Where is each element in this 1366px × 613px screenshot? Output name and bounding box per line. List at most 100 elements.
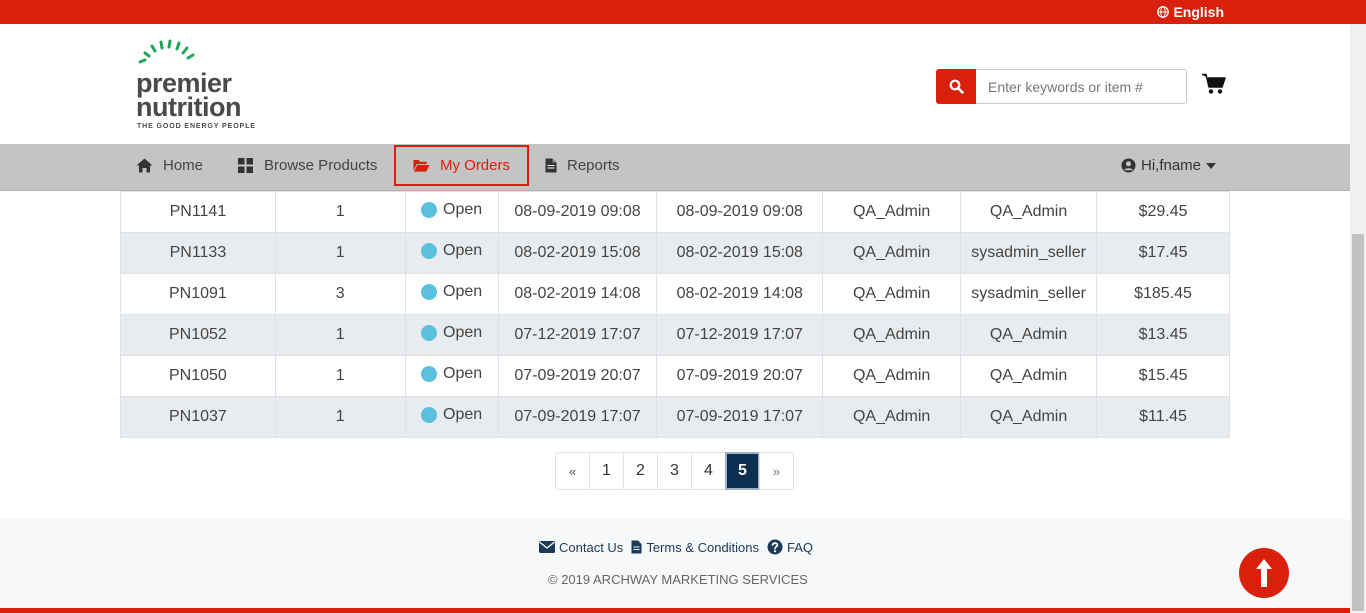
nav-my-orders[interactable]: My Orders bbox=[394, 145, 529, 186]
document-icon bbox=[631, 540, 642, 554]
nav-reports-label: Reports bbox=[567, 156, 620, 174]
status-cell: Open bbox=[404, 355, 499, 397]
language-selector[interactable]: English bbox=[1157, 4, 1224, 20]
page-link-2[interactable]: 2 bbox=[623, 452, 658, 490]
created-date-cell: 08-02-2019 14:08 bbox=[497, 273, 658, 315]
question-circle-icon bbox=[767, 539, 783, 555]
user-menu[interactable]: Hi,fname bbox=[1121, 157, 1217, 174]
footer-links: Contact Us Terms & Conditions FAQ bbox=[539, 539, 813, 555]
search-input[interactable] bbox=[976, 69, 1187, 104]
search-button[interactable] bbox=[936, 69, 976, 104]
logo[interactable]: premier nutrition THE GOOD ENERGY PEOPLE bbox=[136, 36, 276, 136]
orders-table: PN1141 1 Open 08-09-2019 09:08 08-09-201… bbox=[120, 191, 1230, 438]
quantity-cell: 1 bbox=[274, 355, 406, 397]
ordered-by-cell: QA_Admin bbox=[822, 191, 962, 233]
updated-date-cell: 08-02-2019 14:08 bbox=[656, 273, 824, 315]
site-footer: Contact Us Terms & Conditions FAQ © 2019… bbox=[0, 519, 1350, 608]
order-id-cell[interactable]: PN1050 bbox=[120, 355, 276, 397]
order-id-cell[interactable]: PN1037 bbox=[120, 396, 276, 438]
page-link-5-current[interactable]: 5 bbox=[725, 452, 760, 490]
grid-icon bbox=[238, 157, 253, 173]
page-link-1[interactable]: 1 bbox=[589, 452, 624, 490]
created-date-cell: 08-09-2019 09:08 bbox=[497, 191, 658, 233]
quantity-cell: 1 bbox=[274, 191, 406, 233]
scroll-to-top-button[interactable] bbox=[1239, 548, 1289, 598]
pagination-next[interactable]: » bbox=[759, 452, 794, 490]
page-link-4[interactable]: 4 bbox=[691, 452, 726, 490]
top-bar: English bbox=[0, 0, 1366, 24]
table-row[interactable]: PN1037 1 Open 07-09-2019 17:07 07-09-201… bbox=[120, 396, 1230, 438]
status-dot-icon bbox=[421, 407, 438, 423]
orders-table-container: PN1141 1 Open 08-09-2019 09:08 08-09-201… bbox=[120, 191, 1230, 438]
order-id-cell[interactable]: PN1141 bbox=[120, 191, 276, 233]
envelope-icon bbox=[539, 541, 555, 553]
shopping-cart-icon[interactable] bbox=[1202, 73, 1226, 95]
table-row[interactable]: PN1050 1 Open 07-09-2019 20:07 07-09-201… bbox=[120, 355, 1230, 397]
total-cell: $17.45 bbox=[1096, 232, 1230, 274]
total-cell: $185.45 bbox=[1096, 273, 1230, 315]
search-bar bbox=[936, 69, 1187, 104]
status-dot-icon bbox=[421, 284, 438, 300]
order-id-cell[interactable]: PN1052 bbox=[120, 314, 276, 356]
user-circle-icon bbox=[1121, 158, 1136, 173]
table-row[interactable]: PN1091 3 Open 08-02-2019 14:08 08-02-201… bbox=[120, 273, 1230, 315]
status-cell: Open bbox=[404, 232, 499, 274]
table-row[interactable]: PN1133 1 Open 08-02-2019 15:08 08-02-201… bbox=[120, 232, 1230, 274]
nav-home[interactable]: Home bbox=[136, 144, 203, 186]
status-dot-icon bbox=[421, 366, 438, 382]
order-id-cell[interactable]: PN1133 bbox=[120, 232, 276, 274]
total-cell: $13.45 bbox=[1096, 314, 1230, 356]
contact-us-label: Contact Us bbox=[559, 539, 624, 555]
page-scrollbar[interactable] bbox=[1350, 24, 1366, 613]
page-link-3[interactable]: 3 bbox=[657, 452, 692, 490]
ordered-by-cell: QA_Admin bbox=[822, 273, 962, 315]
quantity-cell: 3 bbox=[274, 273, 406, 315]
status-label: Open bbox=[443, 201, 483, 218]
logo-text-line2: nutrition bbox=[136, 92, 241, 122]
status-dot-icon bbox=[421, 243, 438, 259]
arrow-up-icon bbox=[1256, 559, 1272, 587]
contact-us-link[interactable]: Contact Us bbox=[539, 540, 623, 555]
faq-link[interactable]: FAQ bbox=[767, 539, 813, 555]
status-dot-icon bbox=[421, 202, 438, 218]
quantity-cell: 1 bbox=[274, 314, 406, 356]
ordered-by-cell: QA_Admin bbox=[822, 232, 962, 274]
copyright: © 2019 ARCHWAY MARKETING SERVICES bbox=[548, 572, 808, 587]
folder-open-icon bbox=[413, 159, 430, 172]
total-cell: $15.45 bbox=[1096, 355, 1230, 397]
scrollbar-thumb[interactable] bbox=[1352, 234, 1364, 611]
status-label: Open bbox=[443, 406, 483, 423]
caret-down-icon bbox=[1206, 162, 1217, 169]
faq-label: FAQ bbox=[787, 539, 814, 555]
total-cell: $29.45 bbox=[1096, 191, 1230, 233]
updated-date-cell: 07-09-2019 20:07 bbox=[656, 355, 824, 397]
updated-date-cell: 07-12-2019 17:07 bbox=[656, 314, 824, 356]
table-row[interactable]: PN1052 1 Open 07-12-2019 17:07 07-12-201… bbox=[120, 314, 1230, 356]
status-cell: Open bbox=[404, 191, 499, 233]
status-label: Open bbox=[443, 365, 483, 382]
seller-cell: QA_Admin bbox=[960, 314, 1098, 356]
logo-sun-icon bbox=[138, 39, 195, 64]
table-row[interactable]: PN1141 1 Open 08-09-2019 09:08 08-09-201… bbox=[120, 191, 1230, 233]
order-id-cell[interactable]: PN1091 bbox=[120, 273, 276, 315]
globe-icon bbox=[1157, 6, 1170, 18]
status-cell: Open bbox=[404, 396, 499, 438]
pagination-prev[interactable]: « bbox=[555, 452, 590, 490]
nav-browse-label: Browse Products bbox=[264, 156, 378, 174]
updated-date-cell: 08-09-2019 09:08 bbox=[656, 191, 824, 233]
quantity-cell: 1 bbox=[274, 232, 406, 274]
document-icon bbox=[545, 158, 557, 172]
bottom-bar bbox=[0, 608, 1350, 613]
nav-orders-label: My Orders bbox=[439, 157, 510, 174]
updated-date-cell: 07-09-2019 17:07 bbox=[656, 396, 824, 438]
created-date-cell: 08-02-2019 15:08 bbox=[497, 232, 658, 274]
terms-link[interactable]: Terms & Conditions bbox=[631, 540, 759, 555]
user-greeting: Hi,fname bbox=[1141, 157, 1202, 174]
seller-cell: QA_Admin bbox=[960, 355, 1098, 397]
seller-cell: sysadmin_seller bbox=[960, 232, 1098, 274]
nav-browse-products[interactable]: Browse Products bbox=[237, 144, 377, 186]
nav-reports[interactable]: Reports bbox=[545, 144, 620, 186]
status-label: Open bbox=[443, 324, 483, 341]
total-cell: $11.45 bbox=[1096, 396, 1230, 438]
created-date-cell: 07-09-2019 20:07 bbox=[497, 355, 658, 397]
